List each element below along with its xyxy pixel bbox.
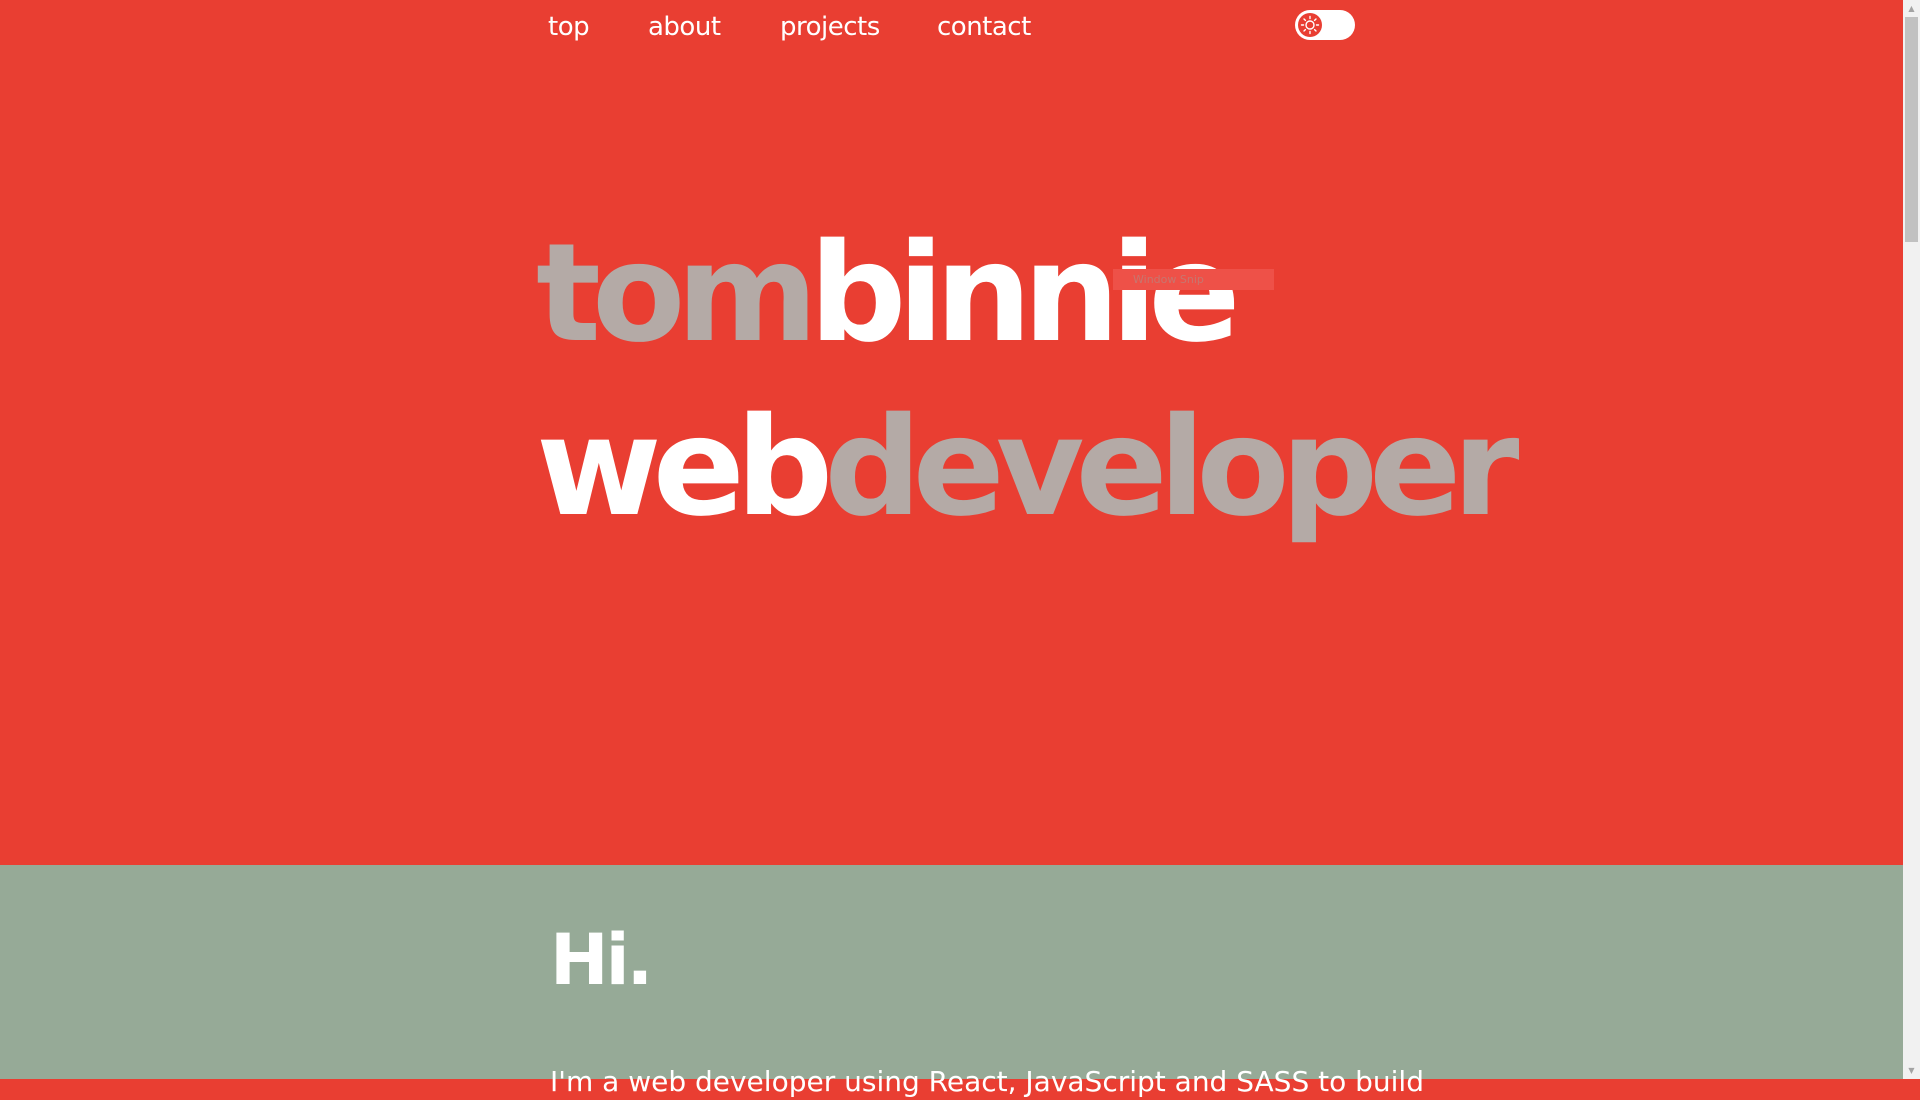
about-section (0, 865, 1903, 1079)
toggle-knob (1298, 13, 1322, 37)
scroll-thumb[interactable] (1905, 17, 1918, 242)
nav-link-top[interactable]: top (548, 10, 590, 44)
vertical-scrollbar[interactable]: ▲ ▼ (1903, 0, 1920, 1079)
hero-name-first: tom (536, 215, 818, 373)
sun-icon (1300, 15, 1320, 35)
about-intro: I'm a web developer using React, JavaScr… (550, 1065, 1424, 1098)
about-title: Hi. (550, 919, 653, 1001)
window-snip-tooltip: Window Snip (1113, 269, 1274, 290)
nav-link-contact[interactable]: contact (937, 10, 1031, 44)
theme-toggle[interactable] (1295, 10, 1355, 40)
hero-role-developer: developer (824, 389, 1519, 547)
scroll-up-icon[interactable]: ▲ (1903, 0, 1920, 17)
main-nav: top about projects contact (0, 0, 1903, 56)
hero-name-last: binnie (809, 215, 1240, 373)
scroll-down-icon[interactable]: ▼ (1903, 1062, 1920, 1079)
hero-role: webdeveloper (536, 400, 1519, 536)
nav-link-about[interactable]: about (648, 10, 721, 44)
hero-name: tombinnie (536, 226, 1241, 362)
nav-link-projects[interactable]: projects (780, 10, 880, 44)
hero-role-web: web (536, 389, 833, 547)
hero-section: top about projects contact tombinnie web… (0, 0, 1903, 865)
